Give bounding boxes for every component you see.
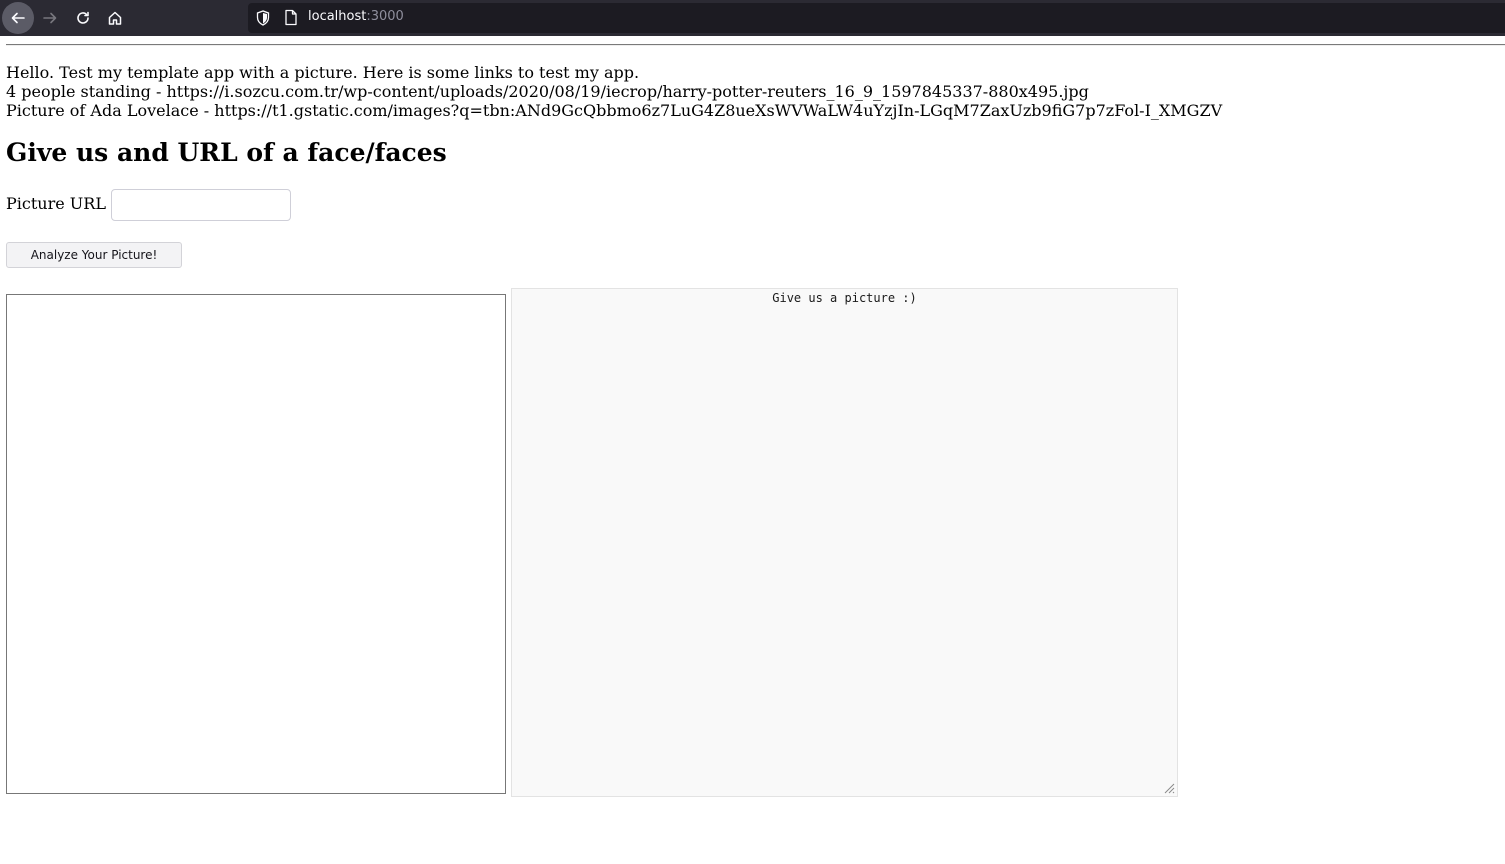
url-text[interactable]: localhost:3000: [308, 9, 404, 24]
intro-line-ada-link: Picture of Ada Lovelace - https://t1.gst…: [6, 101, 1223, 120]
result-textarea[interactable]: Give us a picture :): [511, 288, 1178, 797]
address-bar[interactable]: localhost:3000: [248, 3, 1505, 33]
result-text: Give us a picture :): [772, 291, 917, 305]
forward-button[interactable]: [34, 2, 66, 34]
page-heading: Give us and URL of a face/faces: [6, 138, 447, 167]
home-icon: [108, 11, 122, 25]
intro-text: Hello. Test my template app with a pictu…: [6, 63, 1222, 120]
picture-url-input[interactable]: [111, 189, 291, 221]
picture-canvas: [6, 294, 506, 794]
page-icon[interactable]: [284, 9, 298, 26]
url-port: :3000: [366, 9, 404, 24]
page-content: Hello. Test my template app with a pictu…: [0, 37, 1505, 864]
resize-grip-icon[interactable]: [1163, 782, 1175, 794]
browser-toolbar: localhost:3000: [0, 0, 1505, 36]
intro-line-people-link: 4 people standing - https://i.sozcu.com.…: [6, 82, 1089, 101]
back-button[interactable]: [2, 2, 34, 34]
reload-icon: [77, 11, 89, 24]
picture-url-label: Picture URL: [6, 194, 106, 213]
reload-button[interactable]: [67, 2, 99, 34]
horizontal-rule: [6, 44, 1505, 46]
back-arrow-icon: [11, 12, 25, 24]
shield-icon[interactable]: [256, 10, 270, 26]
url-host: localhost: [308, 9, 367, 24]
intro-line-greeting: Hello. Test my template app with a pictu…: [6, 63, 640, 82]
forward-arrow-icon: [43, 12, 57, 24]
home-button[interactable]: [99, 2, 131, 34]
analyze-button[interactable]: Analyze Your Picture!: [6, 242, 182, 268]
